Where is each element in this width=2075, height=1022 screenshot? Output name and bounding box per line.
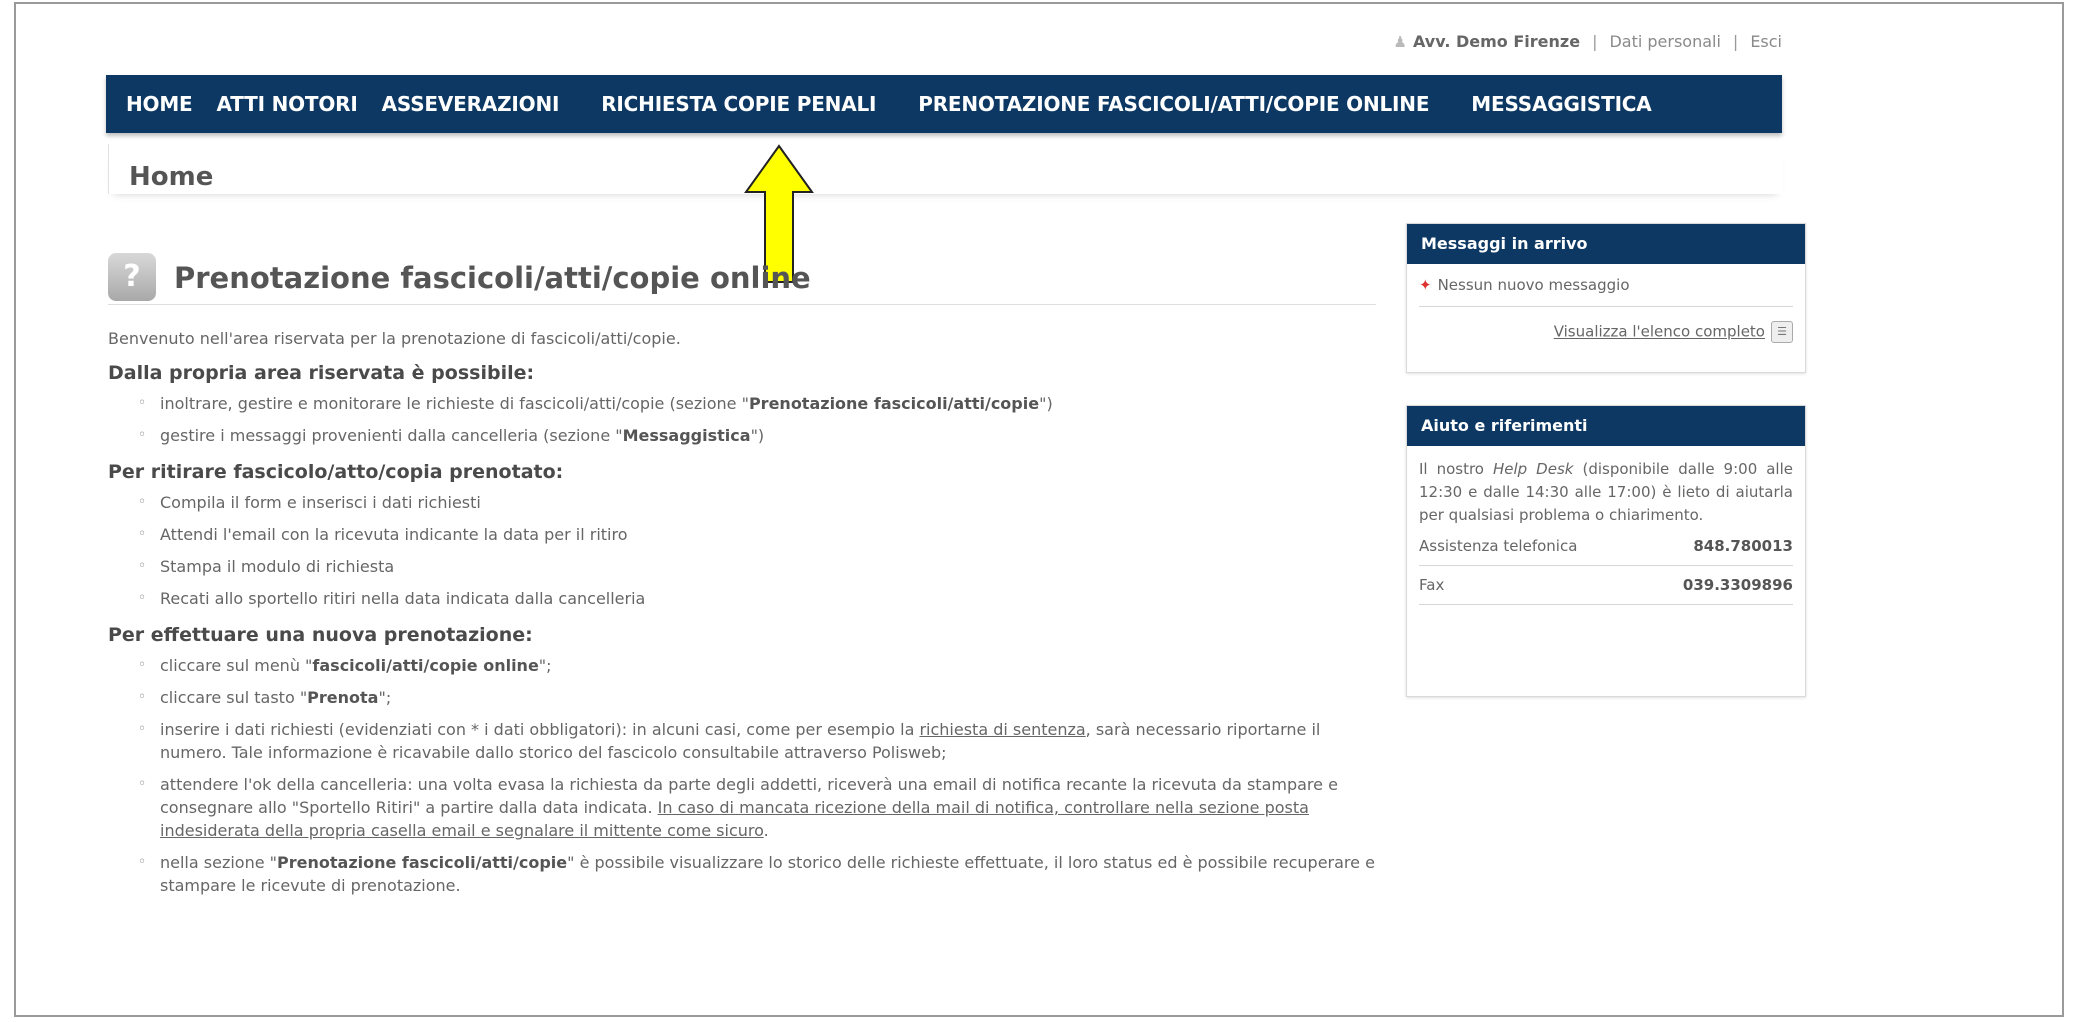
list-item: Compila il form e inserisci i dati richi… bbox=[138, 491, 1388, 514]
browser-frame: ♟ Avv. Demo Firenze | Dati personali | Esci H… bbox=[14, 2, 2064, 1017]
list-item: inserire i dati richiesti (evidenziati c… bbox=[138, 718, 1388, 764]
help-icon: ? bbox=[108, 253, 156, 301]
logout-link[interactable]: Esci bbox=[1750, 32, 1782, 51]
help-text: Il nostro Help Desk (disponibile dalle 9… bbox=[1419, 460, 1793, 524]
content-body: Benvenuto nell'area riservata per la pre… bbox=[108, 329, 1388, 897]
nav-asseverazioni[interactable]: ASSEVERAZIONI bbox=[370, 92, 572, 116]
breadcrumb-current: Home bbox=[129, 162, 214, 192]
no-messages-text: Nessun nuovo messaggio bbox=[1437, 276, 1630, 294]
fax-row: Fax 039.3309896 bbox=[1419, 566, 1793, 605]
pickup-steps-list: Compila il form e inserisci i dati richi… bbox=[108, 491, 1388, 610]
user-bar: ♟ Avv. Demo Firenze | Dati personali | Esci bbox=[106, 32, 1782, 62]
pin-icon: ✦ bbox=[1419, 276, 1432, 294]
personal-data-link[interactable]: Dati personali bbox=[1609, 32, 1720, 51]
phone-label: Assistenza telefonica bbox=[1419, 537, 1578, 555]
nav-messaggistica[interactable]: MESSAGGISTICA bbox=[1459, 92, 1663, 116]
list-item: Recati allo sportello ritiri nella data … bbox=[138, 587, 1388, 610]
help-panel: Aiuto e riferimenti Il nostro Help Desk … bbox=[1406, 405, 1806, 697]
nav-home[interactable]: HOME bbox=[106, 92, 205, 116]
fax-label: Fax bbox=[1419, 576, 1445, 594]
capabilities-list: inoltrare, gestire e monitorare le richi… bbox=[108, 392, 1388, 447]
list-item: Stampa il modulo di richiesta bbox=[138, 555, 1388, 578]
list-item: cliccare sul menù "fascicoli/atti/copie … bbox=[138, 654, 1388, 677]
page-title: Prenotazione fascicoli/atti/copie online bbox=[174, 261, 811, 295]
main-nav: HOME ATTI NOTORI ASSEVERAZIONI RICHIESTA… bbox=[106, 75, 1782, 133]
nav-richiesta-copie-penali[interactable]: RICHIESTA COPIE PENALI bbox=[589, 92, 888, 116]
richiesta-sentenza-link[interactable]: richiesta di sentenza bbox=[919, 720, 1085, 739]
messages-panel-title: Messaggi in arrivo bbox=[1407, 224, 1805, 264]
list-item: Attendi l'email con la ricevuta indicant… bbox=[138, 523, 1388, 546]
title-row: ? Prenotazione fascicoli/atti/copie onli… bbox=[108, 249, 1376, 305]
phone-row: Assistenza telefonica 848.780013 bbox=[1419, 527, 1793, 566]
separator: | bbox=[1592, 32, 1598, 51]
section-heading: Dalla propria area riservata è possibile… bbox=[108, 362, 535, 384]
user-name: Avv. Demo Firenze bbox=[1412, 32, 1581, 51]
view-all-link[interactable]: Visualizza l'elenco completo bbox=[1554, 323, 1765, 341]
list-item: nella sezione "Prenotazione fascicoli/at… bbox=[138, 851, 1388, 897]
list-icon[interactable]: ☰ bbox=[1771, 321, 1793, 343]
main-content: ? Prenotazione fascicoli/atti/copie onli… bbox=[108, 249, 1388, 906]
section-heading: Per ritirare fascicolo/atto/copia prenot… bbox=[108, 461, 564, 483]
user-icon: ♟ bbox=[1393, 33, 1407, 51]
list-item: cliccare sul tasto "Prenota"; bbox=[138, 686, 1388, 709]
breadcrumb: Home bbox=[108, 144, 1783, 194]
view-all-row: Visualizza l'elenco completo ☰ bbox=[1407, 321, 1793, 343]
nav-atti-notori[interactable]: ATTI NOTORI bbox=[205, 92, 370, 116]
messages-panel: Messaggi in arrivo ✦ Nessun nuovo messagg… bbox=[1406, 223, 1806, 373]
list-item: attendere l'ok della cancelleria: una vo… bbox=[138, 773, 1388, 842]
fax-value: 039.3309896 bbox=[1682, 576, 1793, 594]
section-heading: Per effettuare una nuova prenotazione: bbox=[108, 624, 533, 646]
help-panel-title: Aiuto e riferimenti bbox=[1407, 406, 1805, 446]
separator: | bbox=[1732, 32, 1739, 51]
list-item: inoltrare, gestire e monitorare le richi… bbox=[138, 392, 1388, 415]
new-booking-steps-list: cliccare sul menù "fascicoli/atti/copie … bbox=[108, 654, 1388, 897]
list-item: gestire i messaggi provenienti dalla can… bbox=[138, 424, 1388, 447]
nav-prenotazione-fascicoli[interactable]: PRENOTAZIONE FASCICOLI/ATTI/COPIE ONLINE bbox=[906, 92, 1441, 116]
phone-value: 848.780013 bbox=[1693, 537, 1793, 555]
no-messages-row: ✦ Nessun nuovo messaggio bbox=[1419, 276, 1793, 307]
intro-text: Benvenuto nell'area riservata per la pre… bbox=[108, 329, 681, 348]
